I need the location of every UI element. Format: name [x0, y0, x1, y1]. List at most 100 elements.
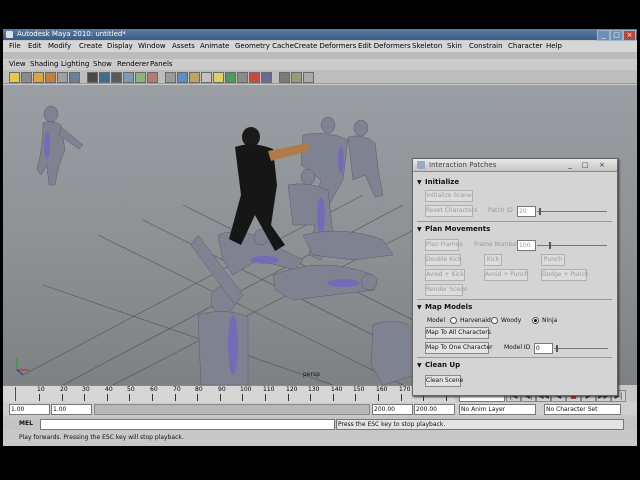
punch-button[interactable]: Punch [541, 254, 565, 266]
xray-components-icon[interactable] [261, 72, 272, 83]
radio-woody[interactable] [491, 317, 498, 324]
command-input[interactable] [40, 419, 335, 430]
menu-assets[interactable]: Assets [172, 42, 195, 50]
film-gate-icon[interactable] [87, 72, 98, 83]
safe-title-icon[interactable] [147, 72, 158, 83]
smooth-shade-icon[interactable] [177, 72, 188, 83]
radio-ninja[interactable] [532, 317, 539, 324]
panel-menu-renderer[interactable]: Renderer [117, 60, 149, 68]
menu-window[interactable]: Window [138, 42, 166, 50]
character-set-dropdown[interactable]: No Character Set [544, 404, 621, 415]
grid-icon[interactable] [69, 72, 80, 83]
range-slider[interactable] [94, 404, 370, 415]
bookmark-icon[interactable] [33, 72, 44, 83]
kick-button[interactable]: Kick [484, 254, 502, 266]
reset-characters-button[interactable]: Reset Characters [425, 205, 477, 217]
menu-help[interactable]: Help [546, 42, 562, 50]
minimize-button[interactable]: _ [597, 30, 610, 41]
model-id-field[interactable]: 0 [534, 343, 553, 354]
divider [417, 221, 612, 222]
timeline-tick [152, 394, 153, 401]
two-sided-icon[interactable] [303, 72, 314, 83]
two-d-pan-icon[interactable] [57, 72, 68, 83]
frame-number-slider[interactable] [537, 245, 607, 246]
textured-icon[interactable] [201, 72, 212, 83]
section-clean-up[interactable]: ▼ Clean Up [417, 361, 612, 372]
map-to-all-characters-button[interactable]: Map To All Characters [425, 327, 491, 339]
avoid-punch-button[interactable]: Avoid + Punch [484, 269, 529, 281]
frame-number-field[interactable]: 100 [517, 240, 536, 251]
model-label: Model [427, 317, 446, 324]
menu-edit[interactable]: Edit [28, 42, 42, 50]
menu-display[interactable]: Display [107, 42, 133, 50]
panel-menu-panels[interactable]: Panels [150, 60, 173, 68]
plan-frames-button[interactable]: Plan Frames [425, 239, 463, 251]
panel-menu-show[interactable]: Show [93, 60, 112, 68]
end-time-field[interactable]: 200.00 [414, 404, 455, 415]
wireframe-on-shaded-icon[interactable] [189, 72, 200, 83]
render-scene-button[interactable]: Render Scene [425, 284, 468, 296]
current-time-marker[interactable] [15, 387, 16, 401]
menu-constrain[interactable]: Constrain [469, 42, 503, 50]
menu-skin[interactable]: Skin [447, 42, 462, 50]
camera-attributes-icon[interactable] [21, 72, 32, 83]
dialog-close-button[interactable]: × [597, 161, 607, 169]
panel-menu-view[interactable]: View [9, 60, 26, 68]
isolate-select-icon[interactable] [279, 72, 290, 83]
frame-number-slider-handle[interactable] [549, 242, 551, 249]
section-map-models[interactable]: ▼ Map Models [417, 303, 612, 314]
wireframe-icon[interactable] [165, 72, 176, 83]
model-id-slider[interactable] [554, 348, 608, 349]
map-to-one-character-button[interactable]: Map To One Character [425, 342, 493, 354]
menu-edit-deformers[interactable]: Edit Deformers [358, 42, 411, 50]
double-kick-button[interactable]: Double Kick [425, 254, 462, 266]
image-plane-icon[interactable] [45, 72, 56, 83]
menu-file[interactable]: File [9, 42, 21, 50]
mel-label[interactable]: MEL [19, 420, 33, 427]
patch-id-field[interactable]: 20 [517, 206, 536, 217]
playback-start-field[interactable]: 1.00 [51, 404, 92, 415]
menu-create-deformers[interactable]: Create Deformers [294, 42, 356, 50]
start-time-field[interactable]: 1.00 [9, 404, 50, 415]
high-quality-icon[interactable] [291, 72, 302, 83]
xray-joints-icon[interactable] [249, 72, 260, 83]
avoid-kick-button[interactable]: Avoid + Kick [425, 269, 465, 281]
field-chart-icon[interactable] [123, 72, 134, 83]
patch-id-slider-handle[interactable] [539, 208, 541, 215]
select-camera-icon[interactable] [9, 72, 20, 83]
menu-animate[interactable]: Animate [200, 42, 229, 50]
model-id-slider-handle[interactable] [556, 345, 558, 352]
window-title: Autodesk Maya 2010: untitled* [17, 30, 126, 38]
clean-scene-button[interactable]: Clean Scene [425, 375, 463, 387]
dialog-maximize-button[interactable]: □ [580, 161, 590, 169]
resolution-gate-icon[interactable] [99, 72, 110, 83]
menu-modify[interactable]: Modify [48, 42, 71, 50]
initialize-scene-button[interactable]: Initialize Scene [425, 190, 473, 202]
playback-end-field[interactable]: 200.00 [372, 404, 413, 415]
xray-icon[interactable] [237, 72, 248, 83]
maximize-button[interactable]: □ [610, 30, 623, 41]
menu-character[interactable]: Character [508, 42, 543, 50]
dodge-punch-button[interactable]: Dodge + Punch [541, 269, 589, 281]
shadows-icon[interactable] [225, 72, 236, 83]
safe-action-icon[interactable] [135, 72, 146, 83]
use-all-lights-icon[interactable] [213, 72, 224, 83]
menu-skeleton[interactable]: Skeleton [412, 42, 442, 50]
time-slider[interactable]: 10 20 30 40 50 60 70 80 90 100 110 120 130 140 150 160 1… [3, 385, 470, 402]
dialog-minimize-button[interactable]: _ [565, 161, 575, 169]
section-initialize[interactable]: ▼ Initialize [417, 178, 612, 189]
collapse-arrow-icon: ▼ [417, 362, 422, 369]
panel-menu-shading[interactable]: Shading [30, 60, 58, 68]
timeline-tick-label: 80 [195, 386, 203, 393]
gate-mask-icon[interactable] [111, 72, 122, 83]
section-plan-movements[interactable]: ▼ Plan Movements [417, 225, 612, 236]
panel-menu-lighting[interactable]: Lighting [61, 60, 89, 68]
timeline-tick-label: 60 [150, 386, 158, 393]
close-button[interactable]: × [623, 30, 636, 41]
menu-create[interactable]: Create [79, 42, 102, 50]
radio-harvenaid[interactable] [450, 317, 457, 324]
patch-id-slider[interactable] [537, 211, 607, 212]
anim-layer-dropdown[interactable]: No Anim Layer [459, 404, 536, 415]
radio-ninja-label: Ninja [542, 317, 558, 324]
menu-geometry-cache[interactable]: Geometry Cache [235, 42, 294, 50]
